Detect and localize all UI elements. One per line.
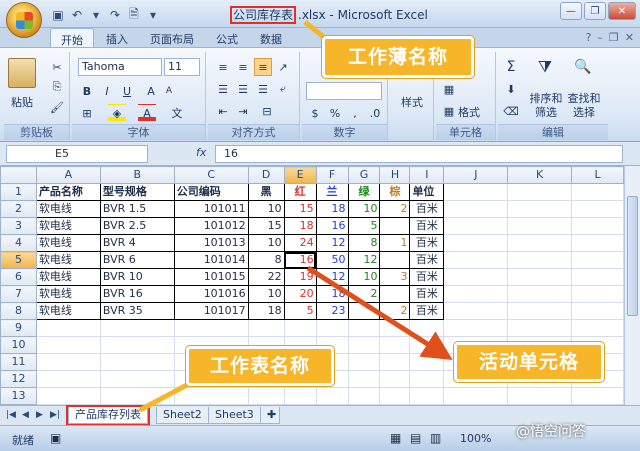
cell-arrow (306, 265, 453, 361)
callout-workbook-name: 工作薄名称 (322, 36, 474, 78)
callout-active-cell: 活动单元格 (454, 342, 604, 382)
watermark: @悟空问答 (516, 424, 586, 440)
callout-sheet-name: 工作表名称 (186, 346, 334, 386)
office-logo-icon (16, 12, 33, 29)
office-button[interactable] (6, 2, 42, 38)
